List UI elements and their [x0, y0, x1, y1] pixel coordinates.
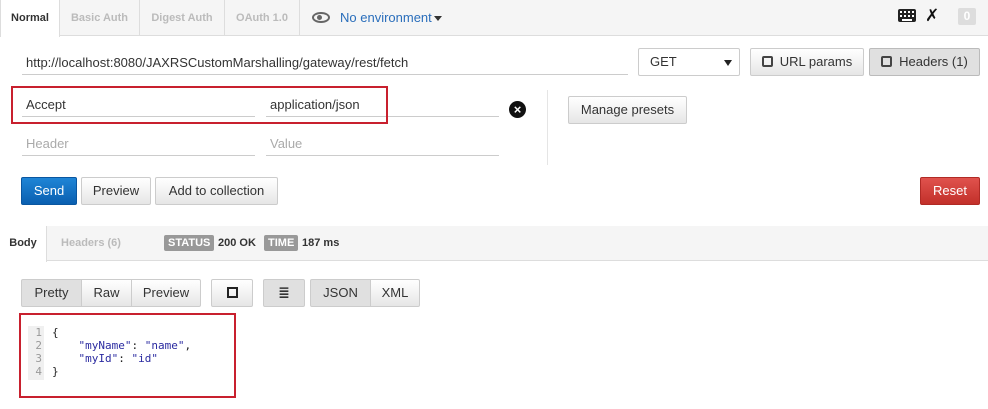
add-to-collection-button[interactable]: Add to collection — [155, 177, 278, 205]
method-select[interactable]: GET — [638, 48, 740, 76]
environment-selector[interactable]: No environment — [312, 0, 442, 36]
wrap-lines-icon: ≣ — [278, 285, 290, 301]
remove-header-icon[interactable]: × — [509, 101, 526, 118]
format-json-button[interactable]: JSON — [310, 279, 371, 307]
url-params-button[interactable]: URL params — [750, 48, 864, 76]
status-label: STATUS — [164, 235, 215, 251]
tab-basic-auth[interactable]: Basic Auth — [60, 0, 140, 36]
edit-icon — [761, 56, 773, 68]
keyboard-icon[interactable] — [898, 9, 916, 22]
url-params-label: URL params — [779, 54, 853, 69]
headers-button[interactable]: Headers (1) — [869, 48, 980, 76]
response-tab-bar — [0, 226, 988, 261]
wrap-lines-button[interactable]: ≣ — [263, 279, 305, 307]
reset-button[interactable]: Reset — [920, 177, 980, 205]
settings-tools-icon[interactable]: ✗ — [925, 6, 939, 26]
tab-normal[interactable]: Normal — [0, 0, 60, 37]
highlight-box-header — [11, 86, 388, 124]
format-xml-button[interactable]: XML — [370, 279, 420, 307]
environment-label: No environment — [340, 10, 432, 25]
highlight-box-body — [19, 313, 236, 398]
send-button[interactable]: Send — [21, 177, 77, 205]
chevron-down-icon — [433, 16, 442, 22]
headers-label: Headers (1) — [899, 54, 968, 69]
new-header-key-input[interactable] — [22, 131, 255, 156]
tab-digest-auth[interactable]: Digest Auth — [140, 0, 225, 36]
method-value: GET — [650, 54, 677, 69]
chevron-down-icon — [724, 60, 732, 66]
time-value: 187 ms — [302, 237, 340, 249]
tab-response-headers[interactable]: Headers (6) — [47, 226, 135, 261]
vertical-divider — [547, 90, 548, 165]
status-value: 200 OK — [218, 237, 256, 249]
preview-button[interactable]: Preview — [81, 177, 151, 205]
view-raw-button[interactable]: Raw — [81, 279, 132, 307]
eye-icon — [312, 12, 330, 24]
url-input[interactable] — [22, 50, 628, 75]
edit-icon — [881, 56, 893, 68]
tab-oauth[interactable]: OAuth 1.0 — [225, 0, 300, 36]
manage-presets-button[interactable]: Manage presets — [568, 96, 687, 124]
history-count-badge[interactable]: 0 — [958, 8, 976, 25]
time-label: TIME — [264, 235, 299, 251]
tab-response-body[interactable]: Body — [0, 226, 47, 262]
fullscreen-button[interactable] — [211, 279, 253, 307]
view-pretty-button[interactable]: Pretty — [21, 279, 82, 307]
new-header-value-input[interactable] — [266, 131, 499, 156]
fullscreen-icon — [226, 287, 238, 299]
view-preview-button[interactable]: Preview — [131, 279, 201, 307]
